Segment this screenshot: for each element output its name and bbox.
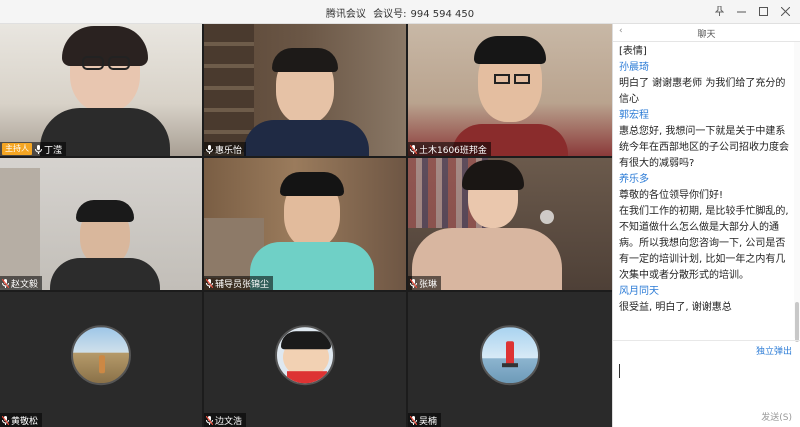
close-icon (780, 6, 790, 19)
video-tile[interactable]: 辅导员张锦尘 (204, 158, 406, 290)
mic-muted-icon (2, 278, 9, 288)
app-name: 腾讯会议 (325, 9, 366, 20)
mic-muted-icon (410, 144, 417, 154)
chat-message: 养乐多 尊敬的各位领导你们好! 在我们工作的初期, 是比较手忙脚乱的, 不知道做… (619, 172, 789, 284)
chat-message: 风月同天 很受益, 明白了, 谢谢惠总 (619, 284, 789, 316)
meeting-id-label: 会议号: (373, 9, 407, 20)
message-text: [表情] (619, 46, 647, 57)
chat-messages[interactable]: [表情] 孙晨琦 明白了 谢谢惠老师 为我们给了充分的信心 郭宏程 惠总您好, … (613, 42, 795, 338)
chat-input[interactable] (613, 358, 800, 408)
message-text: 惠总您好, 我想问一下就是关于中建系统今年在西部地区的子公司招收力度会有很大的减… (619, 126, 789, 169)
message-text: 很受益, 明白了, 谢谢惠总 (619, 302, 732, 313)
avatar (71, 324, 131, 385)
pin-icon (714, 5, 724, 19)
mic-muted-icon (410, 278, 417, 288)
message-sender: 郭宏程 (619, 110, 649, 121)
chat-message: 孙晨琦 明白了 谢谢惠老师 为我们给了充分的信心 (619, 60, 789, 108)
participant-name: 惠乐怡 (215, 145, 243, 156)
pin-button[interactable] (708, 2, 730, 22)
maximize-icon (758, 6, 768, 19)
participant-label: 吴楠 (408, 413, 442, 427)
message-sender: 养乐多 (619, 174, 649, 185)
participant-name: 边文浩 (215, 416, 243, 427)
send-button[interactable]: 发送(S) (761, 410, 792, 423)
video-tile[interactable]: 土木1606班邦金 (408, 24, 612, 156)
participant-label: 土木1606班邦金 (408, 142, 491, 156)
chat-message: [表情] (619, 44, 789, 60)
mic-muted-icon (2, 415, 9, 425)
maximize-button[interactable] (752, 2, 774, 22)
video-tile[interactable]: 吴楠 (408, 292, 612, 427)
participant-name: 黄敬松 (11, 416, 39, 427)
video-tile[interactable]: 张琳 (408, 158, 612, 290)
participant-label: 惠乐怡 (204, 142, 247, 156)
close-button[interactable] (774, 2, 796, 22)
participant-label: 辅导员张锦尘 (204, 276, 274, 290)
popout-link[interactable]: 独立弹出 (756, 344, 792, 357)
divider (613, 340, 800, 341)
meeting-id: 994 594 450 (410, 9, 475, 20)
participant-label: 黄敬松 (0, 413, 43, 427)
mic-muted-icon (410, 415, 417, 425)
participant-name: 张琳 (419, 279, 438, 290)
avatar (275, 324, 335, 385)
participant-name: 赵文毅 (11, 279, 39, 290)
message-text: 尊敬的各位领导你们好! 在我们工作的初期, 是比较手忙脚乱的, 不知道做什么怎么… (619, 190, 789, 281)
chat-scrollbar[interactable] (794, 42, 800, 342)
video-tile[interactable]: 黄敬松 (0, 292, 202, 427)
mic-muted-icon (206, 278, 213, 288)
chat-header: ‹ 聊天 (613, 24, 800, 42)
text-caret (619, 364, 620, 378)
participant-name: 丁滢 (44, 145, 63, 156)
chat-title: 聊天 (697, 30, 716, 40)
message-text: 明白了 谢谢惠老师 为我们给了充分的信心 (619, 78, 786, 105)
video-tile[interactable]: 边文浩 (204, 292, 406, 427)
video-tile[interactable]: 惠乐怡 (204, 24, 406, 156)
message-sender: 孙晨琦 (619, 62, 649, 73)
minimize-button[interactable] (730, 2, 752, 22)
title-bar: 腾讯会议 会议号: 994 594 450 (0, 0, 800, 24)
video-tile[interactable]: 主持人 丁滢 (0, 24, 202, 156)
participant-name: 吴楠 (419, 416, 438, 427)
participant-label: 张琳 (408, 276, 442, 290)
chat-message: 郭宏程 惠总您好, 我想问一下就是关于中建系统今年在西部地区的子公司招收力度会有… (619, 108, 789, 172)
chat-panel: ‹ 聊天 [表情] 孙晨琦 明白了 谢谢惠老师 为我们给了充分的信心 郭宏程 惠… (612, 24, 800, 427)
participant-label: 赵文毅 (0, 276, 43, 290)
participant-name: 辅导员张锦尘 (215, 279, 270, 290)
host-badge: 主持人 (2, 143, 32, 155)
mic-muted-icon (206, 415, 213, 425)
window-title: 腾讯会议 会议号: 994 594 450 (0, 5, 800, 20)
mic-icon (206, 144, 213, 154)
minimize-icon (736, 6, 746, 19)
video-grid: 主持人 丁滢 惠乐怡 土木1606班邦金 赵文毅 辅导员张锦尘 张琳 黄敬松 边… (0, 24, 612, 427)
participant-label: 边文浩 (204, 413, 247, 427)
avatar (480, 324, 540, 385)
participant-label: 主持人 丁滢 (0, 142, 67, 156)
participant-name: 土木1606班邦金 (419, 145, 487, 156)
mic-icon (35, 144, 42, 154)
message-sender: 风月同天 (619, 286, 659, 297)
video-tile[interactable]: 赵文毅 (0, 158, 202, 290)
scroll-thumb[interactable] (795, 302, 799, 342)
